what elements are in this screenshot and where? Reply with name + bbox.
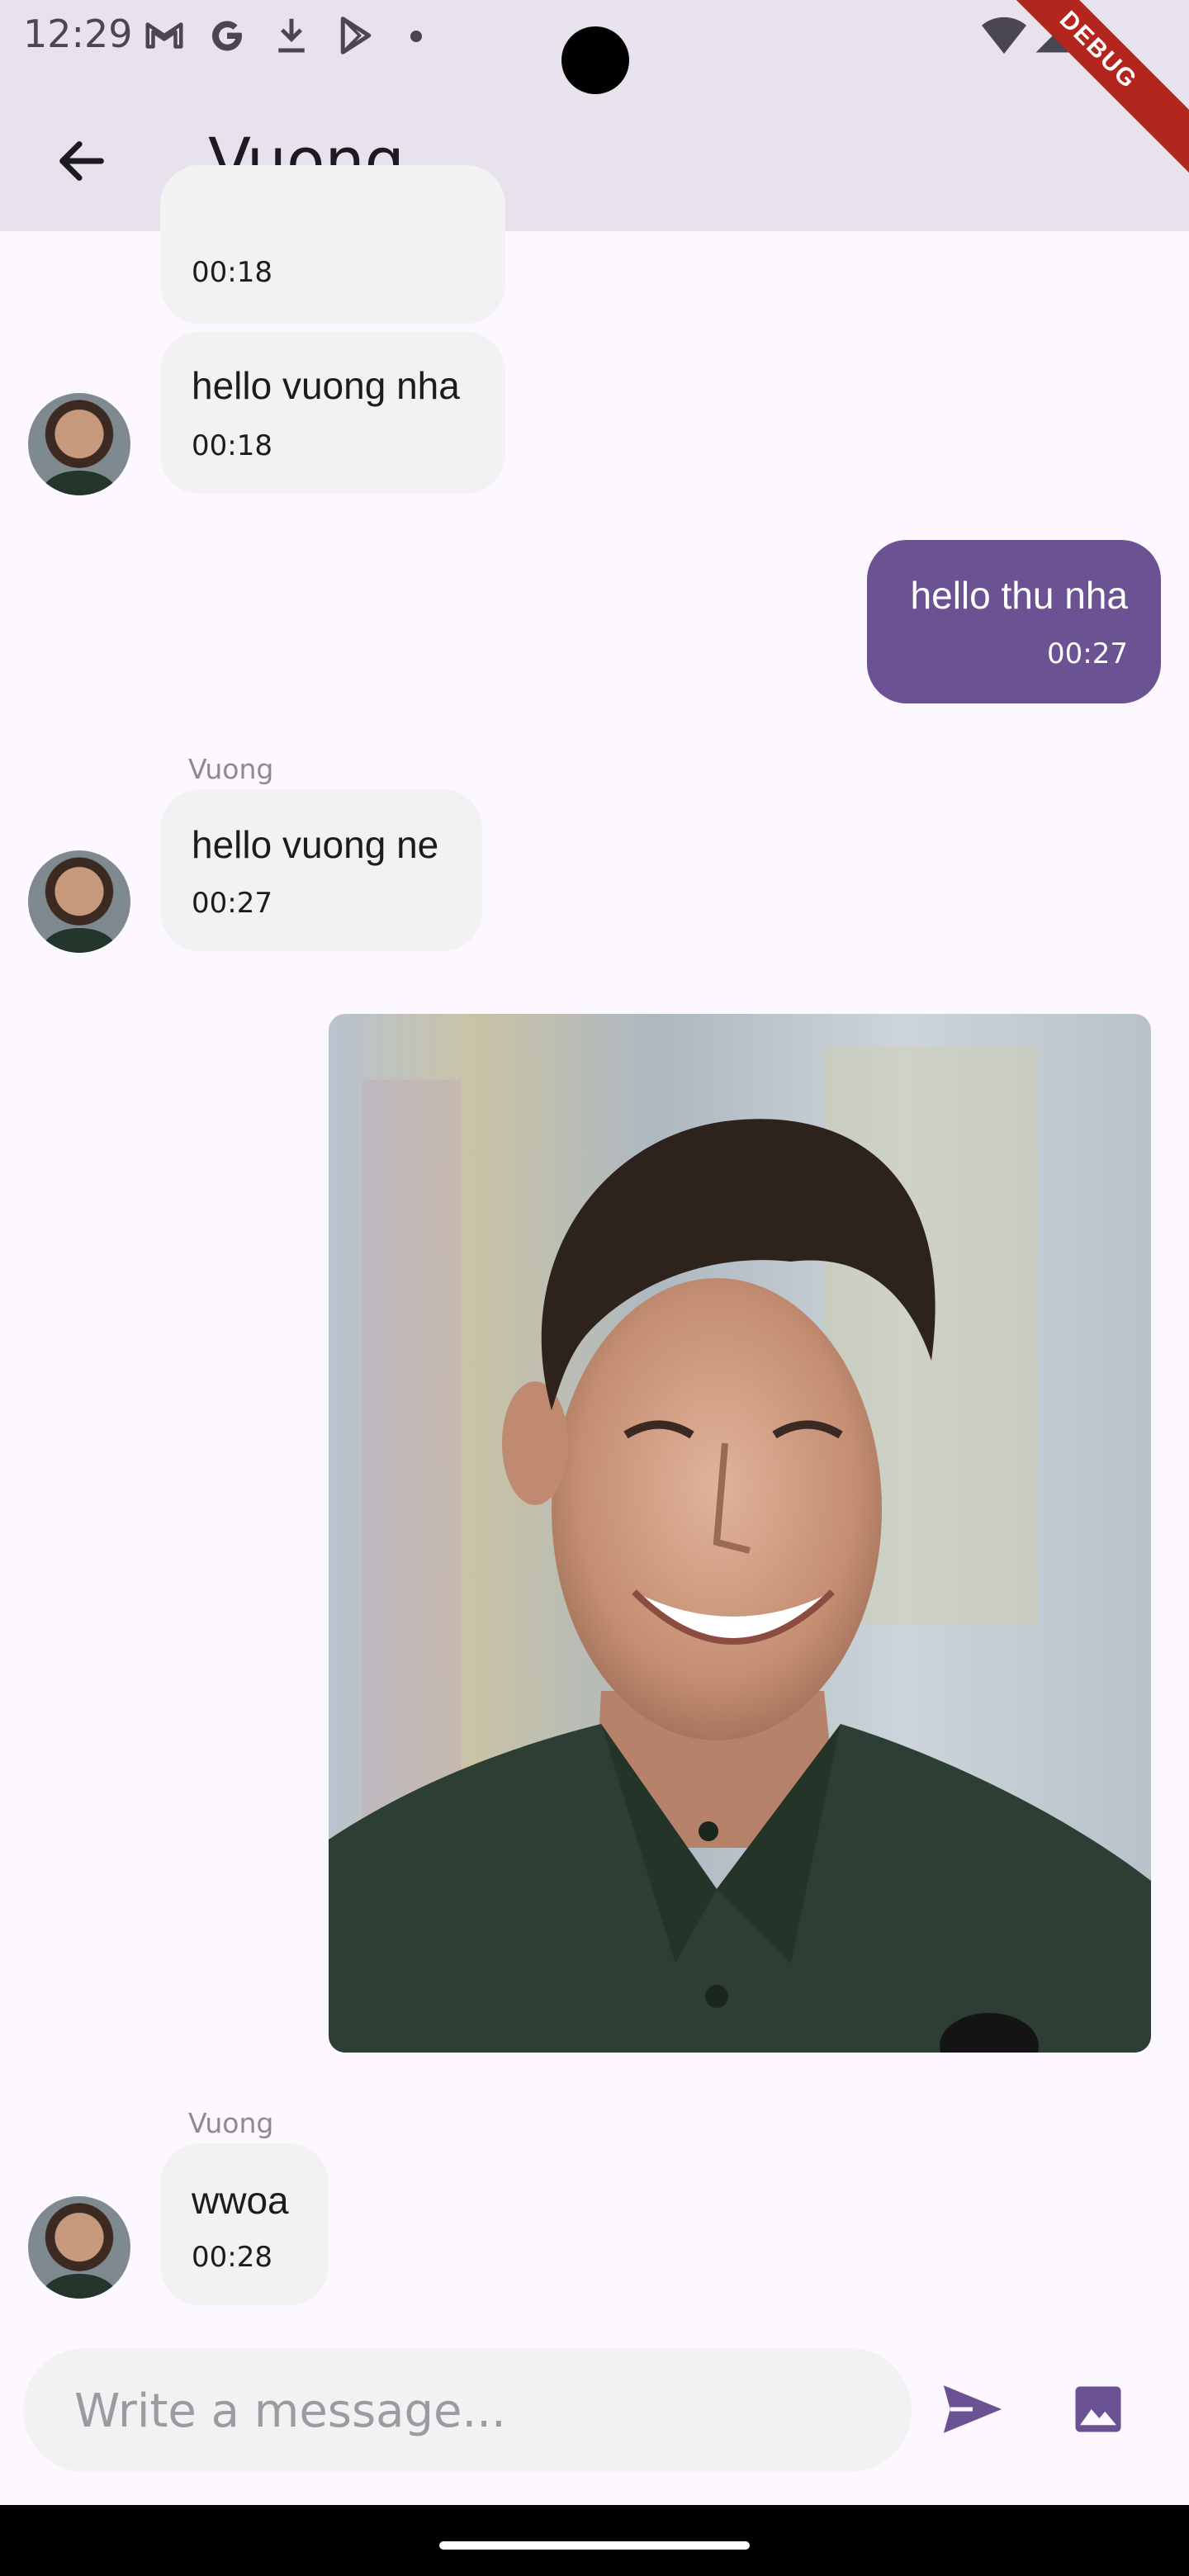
sender-name: Vuong: [188, 2107, 274, 2139]
send-icon: [943, 2385, 1002, 2433]
composer: [0, 2328, 1189, 2493]
message-time: 00:27: [192, 887, 272, 920]
image-button[interactable]: [1059, 2368, 1138, 2451]
message-input-box[interactable]: [23, 2348, 912, 2474]
arrow-back-icon: [59, 141, 104, 181]
gmail-icon: [145, 22, 183, 49]
send-button[interactable]: [933, 2368, 1012, 2451]
message-time: 00:18: [192, 256, 272, 289]
portrait-photo: [329, 1047, 1151, 2053]
back-button[interactable]: [36, 116, 127, 206]
status-time: 12:29: [23, 12, 133, 56]
avatar[interactable]: [28, 850, 130, 953]
message-text: hello thu nha: [910, 574, 1128, 617]
message-bubble-incoming[interactable]: hello vuong nha 00:18: [160, 332, 505, 494]
image-message[interactable]: [329, 1014, 1151, 2053]
play-store-icon: [340, 17, 372, 54]
message-text: hello vuong ne: [192, 823, 439, 866]
avatar[interactable]: [28, 2196, 130, 2299]
message-bubble-incoming[interactable]: wwoa 00:28: [160, 2143, 329, 2305]
message-bubble-outgoing[interactable]: hello thu nha 00:27: [867, 540, 1161, 703]
wifi-icon: [982, 17, 1026, 54]
camera-cutout: [561, 26, 629, 94]
message-bubble-incoming[interactable]: hello vuong ne 00:27: [160, 789, 482, 951]
sender-name: Vuong: [188, 753, 274, 785]
download-icon: [278, 18, 305, 53]
google-icon: [212, 21, 243, 51]
message-time: 00:27: [1047, 637, 1128, 670]
dot-icon: [410, 31, 422, 42]
message-bubble-partial[interactable]: 00:18: [160, 165, 505, 324]
message-time: 00:18: [192, 429, 272, 462]
system-navigation-bar: [0, 2505, 1189, 2576]
message-time: 00:28: [192, 2241, 272, 2274]
home-indicator[interactable]: [439, 2541, 750, 2550]
message-text: wwoa: [192, 2179, 289, 2222]
image-icon: [1075, 2386, 1121, 2432]
avatar[interactable]: [28, 393, 130, 495]
message-input[interactable]: [73, 2348, 885, 2474]
message-text: hello vuong nha: [192, 364, 460, 407]
